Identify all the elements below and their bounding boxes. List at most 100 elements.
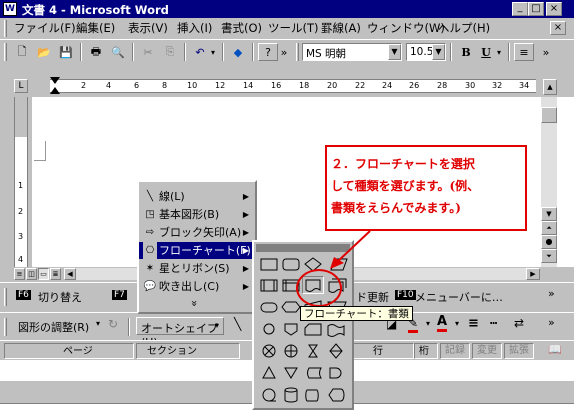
previous-page-icon[interactable]: ⏶ [541, 221, 557, 235]
toolbar-grip[interactable] [4, 318, 7, 336]
line-icon: ╲ [146, 191, 154, 202]
spell-check-icon[interactable]: 📖 [548, 343, 562, 356]
tab-selector-icon[interactable]: L [14, 79, 28, 93]
standard-toolbar: 🗋 📂 💾 🖶 🔍 ✂ ⎘ ↶ ▾ ◆ ? » MS 明朝 ▼ 10.5 ▼ B… [0, 39, 574, 75]
scroll-up-button[interactable]: ▲ [543, 79, 557, 95]
menu-item-label: ブロック矢印(A) [159, 226, 242, 239]
undo-icon[interactable]: ↶ [190, 43, 210, 61]
vertical-scrollbar[interactable]: ▼ ⏶ ● ⏷ [541, 97, 557, 267]
scroll-left-button[interactable]: ◀ [64, 268, 76, 280]
alternate-process-shape-icon [282, 258, 300, 271]
save-icon[interactable]: 💾 [56, 43, 76, 61]
ruler-tick: 10 [187, 81, 198, 90]
highlight-ellipse [296, 269, 342, 307]
vertical-ruler[interactable]: 1 2 3 4 [14, 97, 28, 267]
browse-object-icon[interactable]: ● [541, 235, 557, 249]
outline-view-icon[interactable]: ≣ [50, 268, 61, 280]
new-doc-icon[interactable]: 🗋 [12, 43, 32, 61]
toolbar-more-icon[interactable]: » [548, 287, 555, 300]
toolbar-grip[interactable] [4, 43, 7, 61]
menu-grip[interactable] [4, 20, 7, 37]
indent-marker-icon[interactable] [50, 77, 60, 84]
underline-dropdown-icon[interactable]: ▾ [494, 43, 504, 61]
drawing-toggle-icon[interactable]: ◆ [228, 43, 248, 61]
f10-label[interactable]: メニューバーに… [415, 289, 503, 305]
print-layout-icon[interactable]: ▭ [38, 268, 49, 280]
autoshape-menu-button[interactable]: オートシェイプ(U) ▾ [136, 317, 224, 349]
menu-item-lines[interactable]: ╲ 線(L) ▶ [139, 188, 255, 205]
menu-item-label: 吹き出し(C) [159, 280, 220, 293]
menu-expand-chevron[interactable]: » [188, 300, 201, 307]
next-page-icon[interactable]: ⏷ [541, 249, 557, 263]
menu-format[interactable]: 書式(O) [219, 18, 264, 38]
menu-help[interactable]: ヘルプ(H) [436, 18, 492, 38]
toolbar-more-icon[interactable]: » [278, 43, 290, 61]
scroll-right-button[interactable]: ▶ [526, 268, 540, 280]
copy-icon[interactable]: ⎘ [160, 43, 180, 61]
menu-insert[interactable]: 挿入(I) [175, 18, 214, 38]
doc-close-button[interactable]: × [550, 21, 566, 35]
indent-marker-icon[interactable] [50, 87, 60, 94]
scroll-down-button[interactable]: ▼ [541, 207, 557, 221]
menu-table[interactable]: 罫線(A) [319, 18, 363, 38]
menu-edit[interactable]: 編集(E) [74, 18, 117, 38]
chevron-down-icon[interactable]: ▼ [432, 44, 445, 60]
toolbar-more-icon[interactable]: » [540, 43, 552, 61]
word-app-icon[interactable]: W [3, 2, 17, 16]
chevron-down-icon[interactable]: ▾ [455, 319, 459, 328]
field-update-label[interactable]: ド更新 [356, 289, 389, 305]
print-icon[interactable]: 🖶 [86, 43, 106, 61]
maximize-button[interactable]: □ [528, 2, 544, 16]
undo-dropdown-icon[interactable]: ▾ [208, 43, 218, 61]
open-folder-icon[interactable]: 📂 [34, 43, 54, 61]
cut-icon[interactable]: ✂ [138, 43, 158, 61]
f10-key[interactable]: F10 [395, 290, 416, 300]
menu-view[interactable]: 表示(V) [126, 18, 170, 38]
ruler-tick: 6 [134, 81, 140, 90]
chevron-down-icon[interactable]: ▼ [388, 44, 401, 60]
status-ext[interactable]: 拡張 [504, 343, 534, 359]
menu-item-flowchart[interactable]: ⎔ フローチャート(F) ▶ [139, 242, 255, 259]
menu-window[interactable]: ウィンドウ(W) [365, 18, 447, 38]
rotate-icon[interactable]: ↻ [108, 317, 118, 331]
menu-tools[interactable]: ツール(T) [266, 18, 321, 38]
menu-item-block-arrows[interactable]: ⇨ ブロック矢印(A) ▶ [139, 224, 255, 241]
help-icon[interactable]: ? [258, 43, 278, 61]
underline-button[interactable]: U [476, 43, 496, 61]
chevron-down-icon[interactable]: ▾ [96, 319, 100, 328]
status-trk[interactable]: 変更 [472, 343, 502, 359]
dash-style-icon[interactable]: ┅ [490, 316, 497, 330]
status-rec[interactable]: 記録 [440, 343, 470, 359]
font-size-select[interactable]: 10.5 ▼ [406, 43, 446, 61]
minimize-button[interactable]: _ [512, 2, 528, 16]
chevron-down-icon[interactable]: ▾ [426, 319, 430, 328]
toolbar-grip[interactable] [4, 288, 7, 306]
toolbar-more-icon[interactable]: » [548, 316, 555, 329]
line-style-icon[interactable]: ≡ [468, 316, 479, 331]
horizontal-ruler[interactable]: 2 4 6 8 10 12 14 16 18 20 22 24 26 28 30… [50, 79, 536, 93]
menu-file[interactable]: ファイル(F) [12, 18, 78, 38]
bold-button[interactable]: B [456, 43, 476, 61]
delay-shape-icon [329, 367, 342, 379]
f6-key[interactable]: F6 [16, 290, 31, 300]
arrow-style-icon[interactable]: ⇄ [514, 316, 524, 330]
font-name-select[interactable]: MS 明朝 ▼ [302, 43, 402, 61]
f6-label[interactable]: 切り替え [38, 289, 82, 305]
separator [80, 43, 82, 61]
menu-item-stars-ribbons[interactable]: ✶ 星とリボン(S) ▶ [139, 260, 255, 277]
normal-view-icon[interactable]: ≡ [14, 268, 25, 280]
f7-key[interactable]: F7 [112, 290, 127, 300]
menu-item-basic-shapes[interactable]: ◳ 基本図形(B) ▶ [139, 206, 255, 223]
line-tool-icon[interactable]: ╲ [234, 317, 241, 331]
toolbar-grip[interactable] [296, 43, 299, 61]
menu-item-callouts[interactable]: 💬 吹き出し(C) ▶ [139, 278, 255, 295]
scroll-thumb[interactable] [541, 107, 557, 123]
draw-menu-button[interactable]: 図形の調整(R) [18, 319, 89, 335]
align-justify-icon[interactable]: ≡ [514, 43, 534, 61]
status-line: 行 [373, 346, 383, 357]
close-button[interactable]: × [546, 2, 562, 16]
web-view-icon[interactable]: ◫ [26, 268, 37, 280]
title-bar: W 文書 4 - Microsoft Word _ □ × [0, 0, 574, 18]
font-color-icon[interactable]: A [437, 315, 448, 332]
print-preview-icon[interactable]: 🔍 [108, 43, 128, 61]
